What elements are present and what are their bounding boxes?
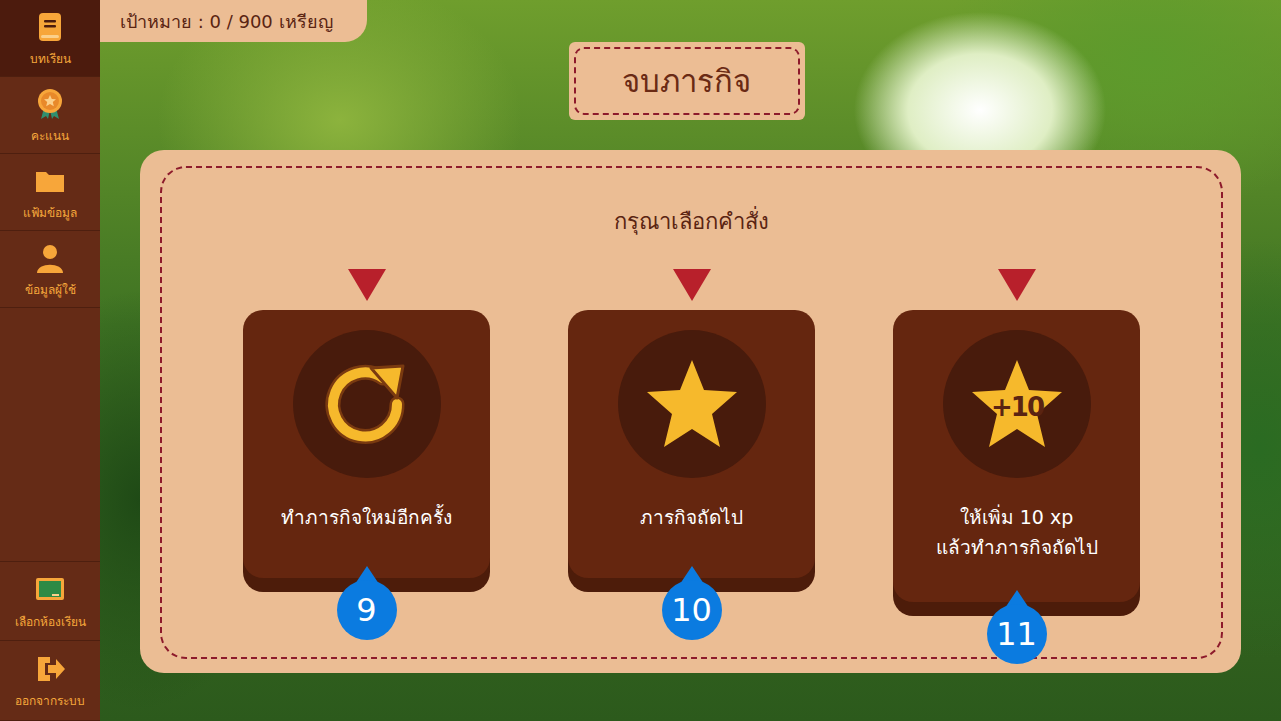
step-badge: 9 [337, 566, 397, 642]
sidebar-item[interactable]: คะแนน [0, 77, 100, 154]
step-number: 9 [337, 580, 397, 640]
goal-counter: เป้าหมาย : 0 / 900 เหรียญ [100, 0, 367, 42]
sidebar: บทเรียนคะแนนแฟ้มข้อมูลข้อมูลผู้ใช้เลือกห… [0, 0, 100, 721]
icon-circle: +10 [943, 330, 1091, 478]
star-icon [642, 354, 742, 454]
sidebar-label: ออกจากระบบ [15, 691, 85, 710]
option-label: ให้เพิ่ม 10 xpแล้วทำภารกิจถัดไป [936, 502, 1098, 562]
icon-circle [618, 330, 766, 478]
title-box: จบภารกิจ [569, 42, 805, 120]
bonus-star-icon: +10 [967, 354, 1067, 454]
step-number: 11 [987, 604, 1047, 664]
user-icon [34, 242, 66, 274]
logout-icon [34, 653, 66, 685]
option: ภารกิจถัดไป10 [568, 269, 815, 602]
option-label: ทำภารกิจใหม่อีกครั้ง [281, 502, 452, 532]
sidebar-item[interactable]: ออกจากระบบ [0, 641, 100, 721]
option-card[interactable]: ภารกิจถัดไป10 [568, 310, 815, 578]
retry-icon [317, 354, 417, 454]
option-label: ภารกิจถัดไป [640, 502, 743, 532]
mission-end-screen: บทเรียนคะแนนแฟ้มข้อมูลข้อมูลผู้ใช้เลือกห… [0, 0, 1281, 721]
sidebar-label: คะแนน [31, 126, 69, 145]
command-panel-inner: กรุณาเลือกคำสั่งทำภารกิจใหม่อีกครั้ง9ภาร… [160, 166, 1223, 659]
option-row: ทำภารกิจใหม่อีกครั้ง9 ภารกิจถัดไป10 +10 ให้… [243, 269, 1140, 602]
sidebar-label: ข้อมูลผู้ใช้ [25, 280, 76, 299]
option-card[interactable]: ทำภารกิจใหม่อีกครั้ง9 [243, 310, 490, 578]
step-badge: 11 [987, 590, 1047, 666]
sidebar-bottom: เลือกห้องเรียนออกจากระบบ [0, 561, 100, 721]
panel-heading: กรุณาเลือกคำสั่ง [614, 204, 769, 239]
command-panel: กรุณาเลือกคำสั่งทำภารกิจใหม่อีกครั้ง9ภาร… [140, 150, 1241, 673]
pointer-marker [998, 269, 1036, 301]
classroom-board-icon [34, 574, 66, 606]
medal-icon [34, 88, 66, 120]
option-card[interactable]: +10ให้เพิ่ม 10 xpแล้วทำภารกิจถัดไป11 [893, 310, 1140, 602]
sidebar-top: บทเรียนคะแนนแฟ้มข้อมูลข้อมูลผู้ใช้ [0, 0, 100, 308]
pointer-marker [673, 269, 711, 301]
sidebar-label: แฟ้มข้อมูล [23, 203, 77, 222]
sidebar-label: เลือกห้องเรียน [15, 612, 86, 631]
option: +10ให้เพิ่ม 10 xpแล้วทำภารกิจถัดไป11 [893, 269, 1140, 602]
jungle-stage: เป้าหมาย : 0 / 900 เหรียญจบภารกิจกรุณาเล… [100, 0, 1281, 721]
sidebar-item[interactable]: แฟ้มข้อมูล [0, 154, 100, 231]
option: ทำภารกิจใหม่อีกครั้ง9 [243, 269, 490, 602]
sidebar-item[interactable]: ข้อมูลผู้ใช้ [0, 231, 100, 308]
sidebar-item[interactable]: บทเรียน [0, 0, 100, 77]
book-icon [34, 11, 66, 43]
icon-circle [293, 330, 441, 478]
step-number: 10 [662, 580, 722, 640]
pointer-marker [348, 269, 386, 301]
sidebar-item[interactable]: เลือกห้องเรียน [0, 561, 100, 641]
folder-icon [34, 165, 66, 197]
svg-text:+10: +10 [991, 392, 1044, 422]
title: จบภารกิจ [574, 47, 800, 115]
top-row: เป้าหมาย : 0 / 900 เหรียญ [100, 0, 1281, 42]
step-badge: 10 [662, 566, 722, 642]
sidebar-label: บทเรียน [30, 49, 71, 68]
